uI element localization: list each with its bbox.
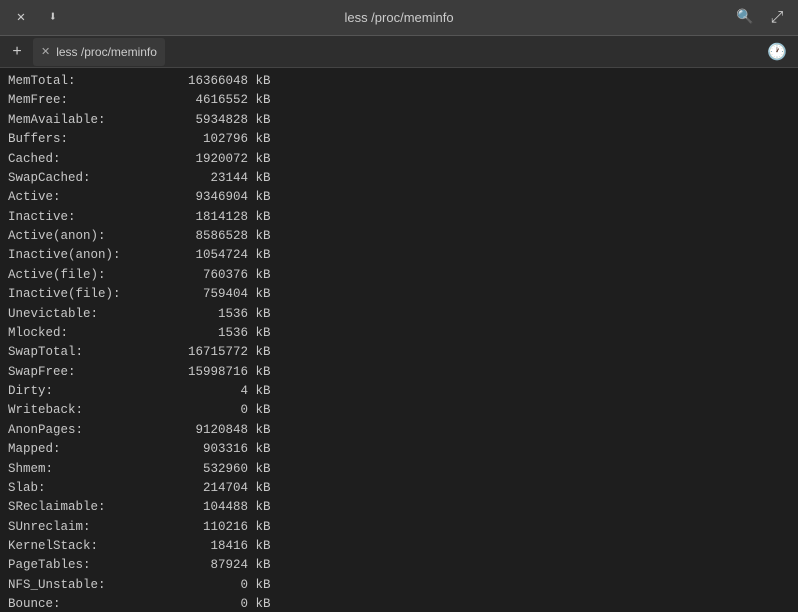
table-row: Mapped: 903316 kB	[8, 440, 790, 459]
table-row: Shmem: 532960 kB	[8, 460, 790, 479]
close-icon: ✕	[17, 9, 25, 26]
fullscreen-button[interactable]: ⤢	[766, 7, 788, 29]
table-row: Active(anon): 8586528 kB	[8, 227, 790, 246]
tab-label: less /proc/meminfo	[56, 45, 157, 59]
history-button[interactable]: 🕐	[761, 42, 793, 62]
table-row: Inactive(anon): 1054724 kB	[8, 246, 790, 265]
table-row: Mlocked: 1536 kB	[8, 324, 790, 343]
table-row: Inactive: 1814128 kB	[8, 208, 790, 227]
title-bar-right: 🔍 ⤢	[734, 7, 788, 29]
window-title: less /proc/meminfo	[344, 10, 453, 25]
table-row: SReclaimable: 104488 kB	[8, 498, 790, 517]
new-tab-button[interactable]: +	[5, 40, 29, 64]
table-row: KernelStack: 18416 kB	[8, 537, 790, 556]
table-row: MemFree: 4616552 kB	[8, 91, 790, 110]
table-row: SwapFree: 15998716 kB	[8, 363, 790, 382]
search-button[interactable]: 🔍	[734, 7, 756, 29]
table-row: Buffers: 102796 kB	[8, 130, 790, 149]
table-row: MemTotal: 16366048 kB	[8, 72, 790, 91]
table-row: Inactive(file): 759404 kB	[8, 285, 790, 304]
table-row: Writeback: 0 kB	[8, 401, 790, 420]
table-row: NFS_Unstable: 0 kB	[8, 576, 790, 595]
title-bar: ✕ ⬇ less /proc/meminfo 🔍 ⤢	[0, 0, 798, 36]
tab-bar: + ✕ less /proc/meminfo 🕐	[0, 36, 798, 68]
download-button[interactable]: ⬇	[42, 7, 64, 29]
close-button[interactable]: ✕	[10, 7, 32, 29]
table-row: AnonPages: 9120848 kB	[8, 421, 790, 440]
download-icon: ⬇	[49, 9, 57, 26]
table-row: MemAvailable: 5934828 kB	[8, 111, 790, 130]
fullscreen-icon: ⤢	[771, 9, 784, 27]
table-row: Active(file): 760376 kB	[8, 266, 790, 285]
history-icon: 🕐	[767, 44, 787, 62]
table-row: Dirty: 4 kB	[8, 382, 790, 401]
tab-meminfo[interactable]: ✕ less /proc/meminfo	[33, 38, 165, 66]
table-row: Cached: 1920072 kB	[8, 150, 790, 169]
table-row: SUnreclaim: 110216 kB	[8, 518, 790, 537]
table-row: Unevictable: 1536 kB	[8, 305, 790, 324]
table-row: SwapCached: 23144 kB	[8, 169, 790, 188]
table-row: SwapTotal: 16715772 kB	[8, 343, 790, 362]
table-row: Slab: 214704 kB	[8, 479, 790, 498]
table-row: Bounce: 0 kB	[8, 595, 790, 612]
file-content: MemTotal: 16366048 kBMemFree: 4616552 kB…	[0, 68, 798, 612]
table-row: PageTables: 87924 kB	[8, 556, 790, 575]
title-bar-left: ✕ ⬇	[10, 7, 64, 29]
search-icon: 🔍	[736, 9, 753, 26]
plus-icon: +	[12, 43, 22, 61]
table-row: Active: 9346904 kB	[8, 188, 790, 207]
tab-close-button[interactable]: ✕	[41, 45, 50, 58]
tab-bar-right: 🕐	[761, 42, 793, 62]
